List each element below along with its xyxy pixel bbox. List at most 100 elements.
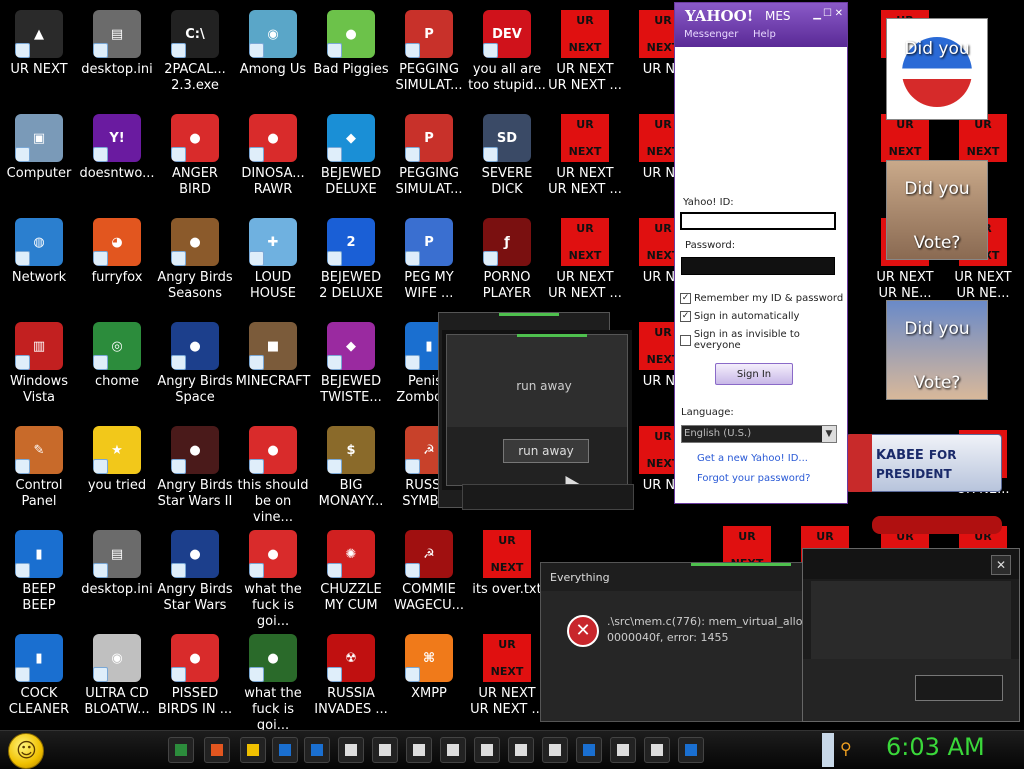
language-select[interactable]: English (U.S.) ▼ [681,425,837,443]
icon-glyph: ▥ [32,338,46,354]
desktop-icon[interactable]: ● what the fuck is goi... [234,524,312,629]
taskbar-app-button[interactable] [338,737,364,763]
desktop-icon[interactable]: ● Angry Birds Space [156,316,234,420]
maximize-button[interactable]: ☐ [823,8,832,19]
taskbar-scroll[interactable] [822,733,834,767]
desktop-icon[interactable]: ● PISSED BIRDS IN ... [156,628,234,730]
desktop-icon[interactable]: UR NEXT UR NEXT UR NEXT ... [546,108,624,212]
menu-messenger[interactable]: Messenger [684,29,738,40]
desktop-icon[interactable]: ● ANGER BIRD [156,108,234,212]
desktop-icon[interactable]: UR NEXT its over.txt [468,524,546,628]
desktop-icon[interactable]: ✎ Control Panel [0,420,78,524]
desktop-icon[interactable]: ▤ desktop.ini [78,524,156,628]
taskbar-app-button[interactable] [406,737,432,763]
desktop-icon[interactable]: ◆ BEJEWED DELUXE [312,108,390,212]
desktop-icon[interactable]: ▲ UR NEXT [0,4,78,108]
desktop-icon[interactable]: ƒ PORNO PLAYER [468,212,546,316]
desktop-icon[interactable]: ▣ Computer [0,108,78,212]
taskbar-app-button[interactable] [542,737,568,763]
shortcut-arrow-icon [93,147,108,162]
search-icon[interactable]: ⚲ [840,739,860,759]
desktop-icon[interactable]: ■ MINECRAFT [234,316,312,420]
desktop-icon[interactable]: ● this should be on vine... [234,420,312,525]
desktop-icon[interactable]: ★ you tried [78,420,156,524]
taskbar-app-button[interactable] [304,737,330,763]
desktop-icon[interactable]: ● DINOSA... RAWR [234,108,312,212]
taskbar-app-button[interactable] [272,737,298,763]
desktop-icon[interactable]: P PEGGING SIMULAT... [390,4,468,108]
taskbar-app-button[interactable] [204,737,230,763]
taskbar-app-button[interactable] [474,737,500,763]
yahoo-id-input[interactable] [681,213,835,229]
checkbox-checked-icon[interactable]: ✓ [680,293,691,304]
desktop-icon[interactable]: 2 BEJEWED 2 DELUXE [312,212,390,316]
desktop-icon[interactable]: UR NEXT UR NEXT UR NEXT ... [546,212,624,316]
forgot-password-link[interactable]: Forgot your password? [697,473,810,484]
chevron-down-icon[interactable]: ▼ [822,426,836,442]
desktop-icon[interactable]: ◍ Network [0,212,78,316]
taskbar-app-button[interactable] [610,737,636,763]
checkbox-checked-icon[interactable]: ✓ [680,311,691,322]
desktop-icon[interactable]: ◕ furryfox [78,212,156,316]
error-dialog[interactable]: Everything ✕ .\src\mem.c(776): mem_virtu… [540,562,804,722]
runaway-window[interactable]: run away run away [446,334,628,493]
app-icon: ● [171,426,219,474]
desktop-icon[interactable]: ◎ chome [78,316,156,420]
desktop-icon[interactable]: ● Angry Birds Star Wars [156,524,234,628]
remember-option[interactable]: ✓ Remember my ID & password [680,293,843,304]
taskbar-app-button[interactable] [644,737,670,763]
desktop-icon[interactable]: ● Bad Piggies [312,4,390,108]
desktop-icon[interactable]: $ BIG MONAYY... [312,420,390,524]
taskbar-app-button[interactable] [576,737,602,763]
desktop-icon[interactable]: ⌘ XMPP [390,628,468,730]
sign-in-button[interactable]: Sign In [715,363,793,385]
password-input[interactable] [681,257,835,275]
desktop-icon[interactable]: ▥ Windows Vista [0,316,78,420]
icon-label: desktop.ini [81,62,153,77]
desktop-icon[interactable]: UR NEXT UR NEXT UR NEXT ... [468,628,546,730]
close-button[interactable]: ✕ [835,8,843,19]
desktop-icon[interactable]: P PEG MY WIFE ... [390,212,468,316]
taskbar-app-button[interactable] [372,737,398,763]
taskbar-app-button[interactable] [678,737,704,763]
menu-help[interactable]: Help [753,29,776,40]
desktop-icon[interactable]: UR NEXT UR NEXT UR NEXT ... [546,4,624,108]
close-button[interactable]: ✕ [991,555,1011,575]
auto-signin-option[interactable]: ✓ Sign in automatically [680,311,799,322]
desktop-icon[interactable]: ✚ LOUD HOUSE [234,212,312,316]
desktop-icon[interactable]: ✺ CHUZZLE MY CUM [312,524,390,628]
desktop-icon[interactable]: DEV you all are too stupid... [468,4,546,108]
desktop-icon[interactable]: ◉ Among Us [234,4,312,108]
desktop-icon[interactable]: ◆ BEJEWED TWISTE... [312,316,390,420]
desktop-icon[interactable]: ▤ desktop.ini [78,4,156,108]
minimize-button[interactable]: ▁ [813,9,821,20]
empty-dialog[interactable]: ✕ [802,548,1020,722]
taskbar-app-button[interactable] [440,737,466,763]
desktop-icon[interactable]: ▮ BEEP BEEP [0,524,78,628]
desktop-icon[interactable]: P PEGGING SIMULAT... [390,108,468,212]
app-icon [175,744,187,756]
desktop-icon[interactable]: ☭ COMMIE WAGECU... [390,524,468,628]
runaway-button[interactable]: run away [503,439,589,463]
desktop-icon[interactable]: SD SEVERE DICK [468,108,546,212]
desktop-icon[interactable]: ● what the fuck is goi... [234,628,312,730]
desktop-icon[interactable]: ● Angry Birds Seasons [156,212,234,316]
desktop-icon[interactable]: ☢ RUSSIA INVADES ... [312,628,390,730]
ur-tile-top: UR [654,14,672,27]
taskbar-app-button[interactable] [168,737,194,763]
empty-dialog-button[interactable] [915,675,1003,701]
start-button[interactable]: ☺ [8,733,44,769]
taskbar-app-button[interactable] [240,737,266,763]
desktop-icon[interactable]: ▮ COCK CLEANER [0,628,78,730]
shortcut-arrow-icon [171,43,186,58]
desktop-icon[interactable]: C:\ 2PACAL... 2.3.exe [156,4,234,108]
icon-label: LOUD HOUSE [250,270,296,301]
yahoo-messenger-window[interactable]: YAHOO! MES ▁ ☐ ✕ Messenger Help Yahoo! I… [674,2,848,504]
desktop-icon[interactable]: Y! doesntwo... [78,108,156,212]
checkbox-empty-icon[interactable] [680,334,691,346]
invisible-option[interactable]: Sign in as invisible to everyone [680,329,847,351]
taskbar-app-button[interactable] [508,737,534,763]
desktop-icon[interactable]: ● Angry Birds Star Wars II [156,420,234,524]
new-id-link[interactable]: Get a new Yahoo! ID... [697,453,808,464]
desktop-icon[interactable]: ◉ ULTRA CD BLOATW... [78,628,156,730]
